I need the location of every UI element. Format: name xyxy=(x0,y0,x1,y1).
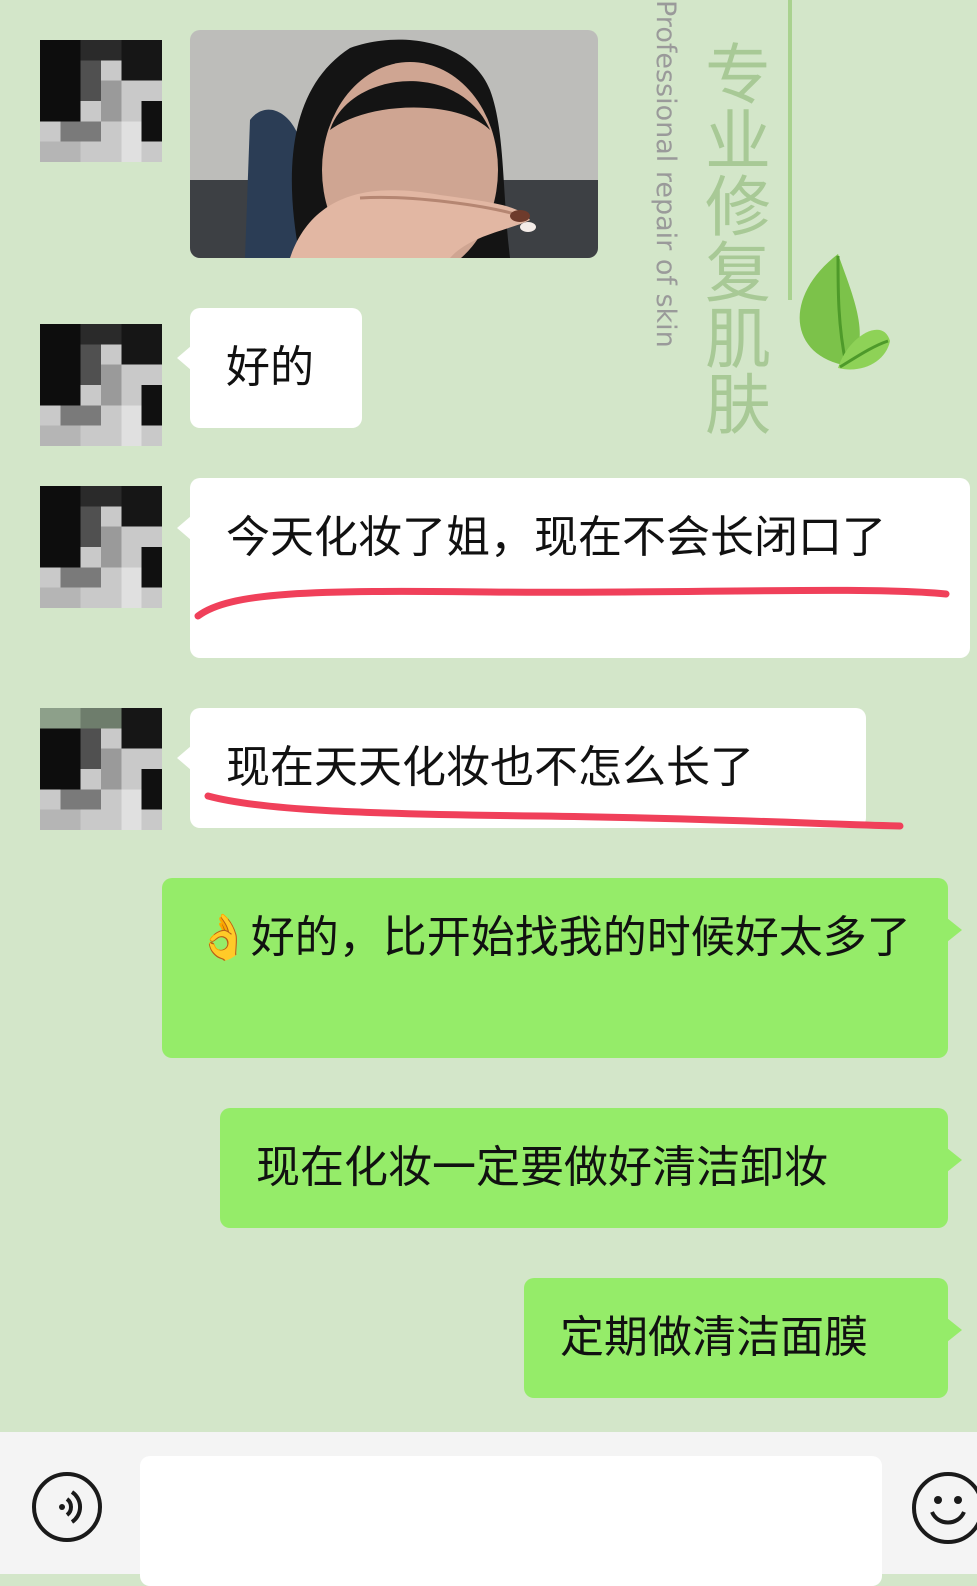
ok-hand-emoji: 👌 xyxy=(196,912,251,963)
message-text: 现在化妆一定要做好清洁卸妆 xyxy=(256,1142,828,1193)
contact-avatar[interactable] xyxy=(40,486,162,608)
photo-content xyxy=(190,30,598,258)
message-text: 今天化妆了姐，现在不会长闭口了 xyxy=(226,512,886,563)
leaf-icon xyxy=(799,254,890,370)
watermark-subtitle: Professional repair of skin problems xyxy=(650,0,681,348)
message-bubble[interactable]: 今天化妆了姐，现在不会长闭口了 xyxy=(177,478,970,658)
emoji-button[interactable] xyxy=(912,1472,977,1544)
contact-avatar[interactable] xyxy=(40,40,162,162)
voice-mode-button[interactable] xyxy=(32,1472,102,1542)
message-text: 好的，比开始找我的时候好太多了 xyxy=(250,912,911,963)
message-text: 定期做清洁面膜 xyxy=(560,1312,868,1363)
message-text: 现在天天化妆也不怎么长了 xyxy=(226,742,754,793)
voice-mode-icon xyxy=(59,1490,82,1524)
message-bubble-sent[interactable]: 现在化妆一定要做好清洁卸妆 xyxy=(220,1108,962,1228)
message-bubble-sent[interactable]: 👌好的，比开始找我的时候好太多了 xyxy=(162,878,962,1058)
emoji-icon xyxy=(930,1496,966,1525)
message-input[interactable] xyxy=(140,1456,882,1586)
message-text: 好的 xyxy=(226,342,314,393)
watermark-title: 专业修复肌肤 xyxy=(694,39,771,436)
contact-avatar[interactable] xyxy=(40,324,162,446)
message-bubble[interactable]: 现在天天化妆也不怎么长了 xyxy=(177,708,866,828)
message-bubble-sent[interactable]: 定期做清洁面膜 xyxy=(524,1278,962,1398)
message-bubble[interactable]: 好的 xyxy=(177,308,362,428)
input-bar xyxy=(0,1432,977,1586)
image-message[interactable] xyxy=(190,30,598,258)
contact-avatar[interactable] xyxy=(40,708,162,830)
